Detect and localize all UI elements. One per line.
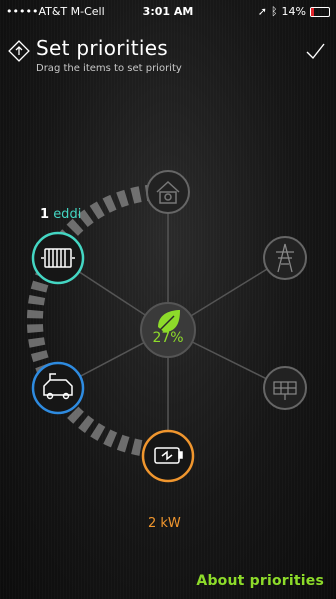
status-icons: ➚ ᛒ 14% <box>258 5 330 18</box>
bluetooth-icon: ᛒ <box>270 5 278 18</box>
house-node[interactable] <box>146 170 190 214</box>
up-arrow-icon[interactable] <box>8 40 30 62</box>
heater-label: 1 eddi <box>40 207 81 222</box>
heater-node[interactable] <box>31 231 85 285</box>
status-bar: •••••AT&T M-Cell 3:01 AM ➚ ᛒ 14% <box>0 0 336 22</box>
checkmark-icon[interactable] <box>304 40 326 62</box>
grid-node[interactable] <box>263 236 307 280</box>
battery-power-label: 2 kW <box>148 516 181 531</box>
core-percent: 27% <box>152 330 184 346</box>
battery-percent: 14% <box>281 5 306 18</box>
battery-status-icon <box>310 6 330 17</box>
solar-node[interactable] <box>263 366 307 410</box>
page-subtitle: Drag the items to set priority <box>36 63 182 74</box>
about-priorities-link[interactable]: About priorities <box>196 573 324 589</box>
heater-name: eddi <box>53 207 82 222</box>
ev-node[interactable] <box>31 361 85 415</box>
battery-node[interactable] <box>141 429 195 483</box>
location-icon: ➚ <box>257 5 267 18</box>
priority-diagram: 1 eddi 27% 2 kW <box>0 150 336 550</box>
page-title: Set priorities <box>36 36 169 60</box>
header: Set priorities Drag the items to set pri… <box>0 30 336 80</box>
heater-rank: 1 <box>40 207 50 222</box>
